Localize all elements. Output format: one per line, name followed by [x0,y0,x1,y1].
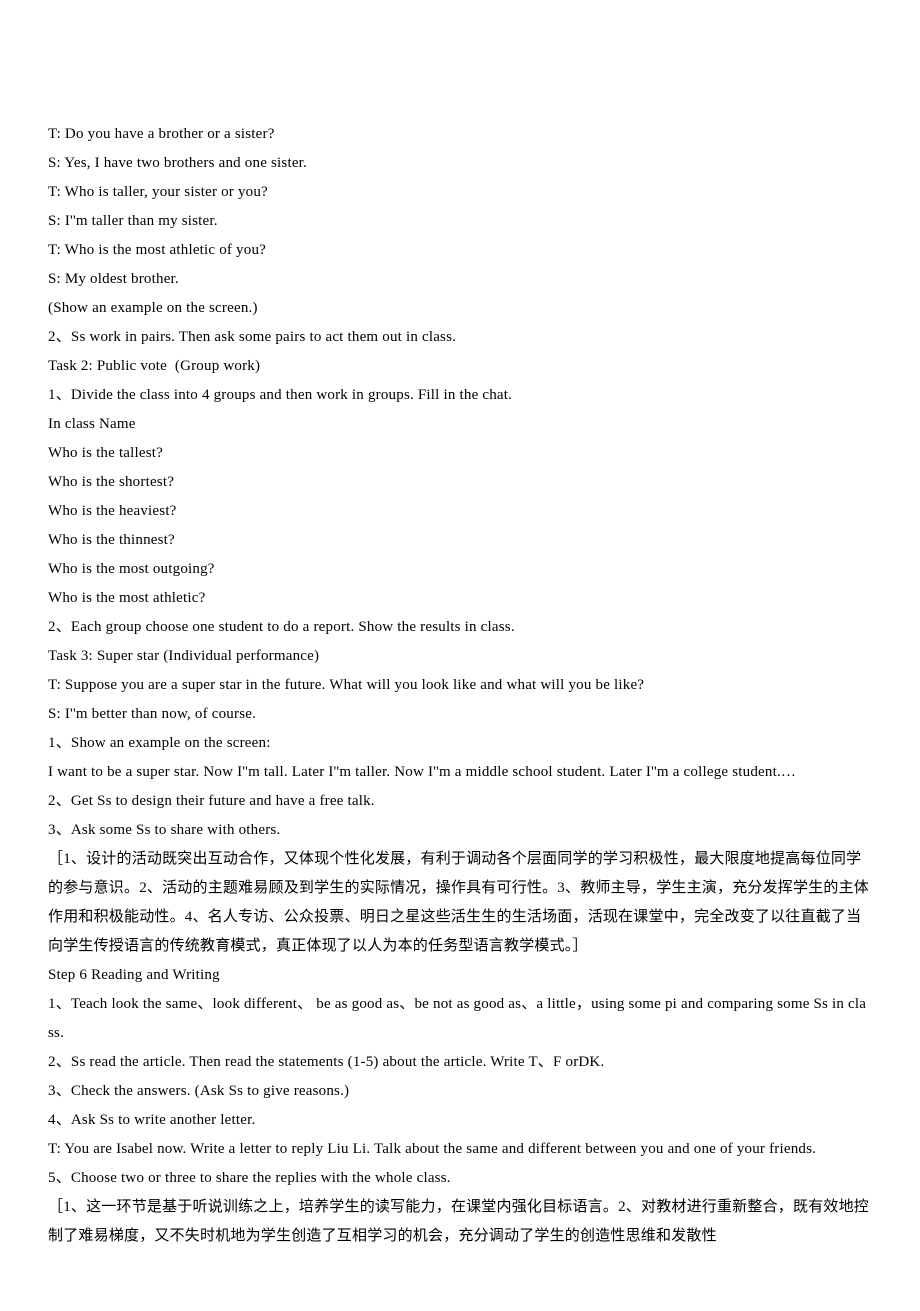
text-line: S: My oldest brother. [48,265,872,294]
text-line: Who is the tallest? [48,439,872,468]
text-line: Who is the most outgoing? [48,555,872,584]
text-line: 3、Check the answers. (Ask Ss to give rea… [48,1077,872,1106]
text-line: I want to be a super star. Now I''m tall… [48,758,872,787]
text-line: T: Who is the most athletic of you? [48,236,872,265]
text-line: 2、Ss work in pairs. Then ask some pairs … [48,323,872,352]
text-line: 3、Ask some Ss to share with others. [48,816,872,845]
text-line: 1、Show an example on the screen: [48,729,872,758]
document-page: T: Do you have a brother or a sister? S:… [0,0,920,1311]
text-line: (Show an example on the screen.) [48,294,872,323]
text-line: Task 3: Super star (Individual performan… [48,642,872,671]
text-line: 1、Teach look the same、look different、 be… [48,990,872,1048]
text-line: Task 2: Public vote (Group work) [48,352,872,381]
text-line: ［1、设计的活动既突出互动合作，又体现个性化发展，有利于调动各个层面同学的学习积… [48,845,872,961]
text-line: Who is the heaviest? [48,497,872,526]
text-line: 4、Ask Ss to write another letter. [48,1106,872,1135]
text-line: 2、Get Ss to design their future and have… [48,787,872,816]
text-line: T: Who is taller, your sister or you? [48,178,872,207]
text-line: 1、Divide the class into 4 groups and the… [48,381,872,410]
text-line: S: I''m taller than my sister. [48,207,872,236]
text-line: 5、Choose two or three to share the repli… [48,1164,872,1193]
text-line: In class Name [48,410,872,439]
text-line: T: You are Isabel now. Write a letter to… [48,1135,872,1164]
text-line: T: Suppose you are a super star in the f… [48,671,872,700]
text-line: Who is the shortest? [48,468,872,497]
text-line: Who is the thinnest? [48,526,872,555]
text-line: 2、Ss read the article. Then read the sta… [48,1048,872,1077]
text-line: S: Yes, I have two brothers and one sist… [48,149,872,178]
text-line: Who is the most athletic? [48,584,872,613]
text-line: ［1、这一环节是基于听说训练之上，培养学生的读写能力，在课堂内强化目标语言。2、… [48,1193,872,1251]
text-line: S: I''m better than now, of course. [48,700,872,729]
text-line: 2、Each group choose one student to do a … [48,613,872,642]
text-line: Step 6 Reading and Writing [48,961,872,990]
text-line: T: Do you have a brother or a sister? [48,120,872,149]
